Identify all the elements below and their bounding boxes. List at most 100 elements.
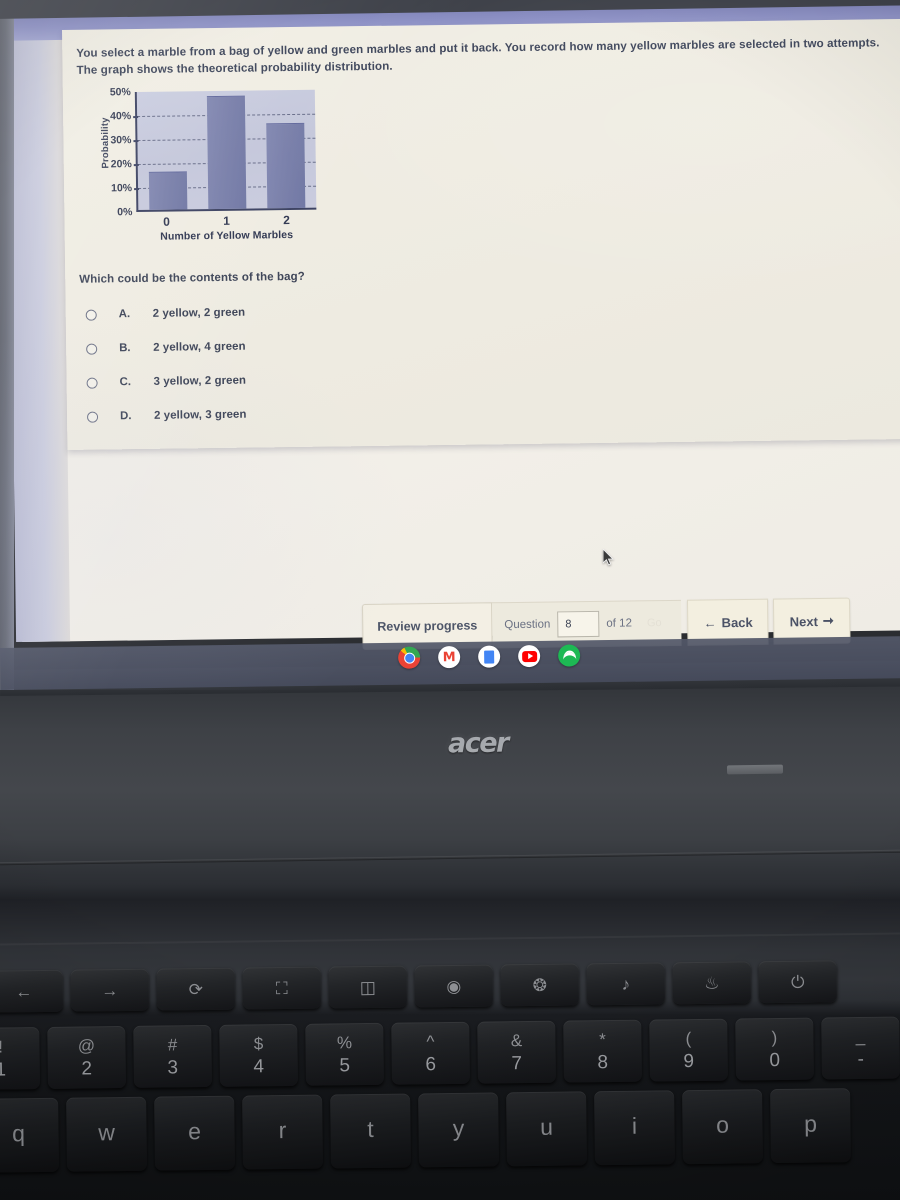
volume-up-key[interactable]: ♨ [672, 961, 752, 1005]
brightness-up-icon: ❂ [532, 975, 548, 995]
key-shift-label: # [167, 1034, 178, 1054]
key-shift-label: ! [0, 1036, 3, 1057]
key-shift-label: _ [855, 1026, 866, 1046]
chrome-icon[interactable] [398, 646, 421, 669]
radio-button-b[interactable] [86, 343, 98, 355]
browser-forward-key[interactable]: → [70, 968, 150, 1012]
key-p[interactable]: p [770, 1088, 851, 1164]
key-y[interactable]: y [418, 1092, 499, 1168]
y-tick-50: 50% [109, 86, 131, 99]
back-label: Back [721, 614, 753, 630]
option-letter: A. [118, 308, 131, 321]
brightness-down-key[interactable]: ◉ [414, 964, 494, 1008]
key-e[interactable]: e [154, 1095, 236, 1171]
radio-button-d[interactable] [86, 411, 99, 423]
browser-back-key[interactable]: ← [0, 969, 64, 1013]
option-label: 2 yellow, 4 green [153, 340, 246, 354]
key-base-label: 5 [339, 1054, 351, 1076]
gmail-icon[interactable] [438, 645, 461, 669]
key-3[interactable]: # 3 [133, 1024, 213, 1088]
mouse-cursor [602, 547, 615, 572]
chart-x-axis-title: Number of Yellow Marbles [160, 228, 294, 243]
mute-key[interactable]: ♪ [586, 962, 666, 1006]
question-number-input[interactable]: 8 [557, 610, 600, 638]
laptop-screen: You select a marble from a bag of yellow… [0, 0, 900, 690]
key-2[interactable]: @ 2 [47, 1025, 127, 1089]
option-letter: C. [119, 376, 132, 389]
x-tick-1: 1 [223, 213, 230, 228]
spotify-icon[interactable] [558, 644, 581, 667]
x-tick-0: 0 [163, 214, 170, 229]
key-minus[interactable]: _ - [821, 1016, 900, 1080]
key-q[interactable]: q [0, 1097, 60, 1173]
key-base-label: 9 [683, 1050, 695, 1072]
key-shift-label: $ [253, 1033, 264, 1053]
arrow-right-icon: ➞ [822, 612, 834, 628]
key-base-label: 1 [0, 1058, 7, 1081]
key-4[interactable]: $ 4 [219, 1023, 298, 1087]
chart-x-tick-labels: 0 1 2 [136, 213, 316, 229]
key-6[interactable]: ^ 6 [391, 1021, 470, 1085]
power-icon: ⏻ [790, 972, 805, 992]
answer-options: A. 2 yellow, 2 green B. 2 yellow, 4 gree… [80, 292, 562, 434]
key-base-label: - [857, 1048, 864, 1070]
power-key[interactable]: ⏻ [758, 960, 838, 1004]
key-9[interactable]: ( 9 [649, 1018, 728, 1082]
key-5[interactable]: % 5 [305, 1022, 384, 1086]
key-0[interactable]: ) 0 [735, 1017, 814, 1081]
question-stem: You select a marble from a bag of yellow… [76, 36, 880, 77]
fullscreen-icon: ⛶ [275, 978, 288, 998]
radio-button-a[interactable] [85, 309, 97, 321]
key-u[interactable]: u [506, 1091, 587, 1167]
reload-key[interactable]: ⟳ [156, 967, 236, 1011]
chart-y-tick-labels: 50% 40% 30% 20% 10% 0% [95, 86, 135, 218]
chart-bars [137, 90, 317, 210]
key-r[interactable]: r [242, 1094, 324, 1170]
option-letter: D. [119, 410, 132, 423]
reload-icon: ⟳ [188, 979, 204, 999]
question-prompt: Which could be the contents of the bag? [79, 270, 305, 286]
keyboard-letter-row: q w e r t y u i o p [0, 1088, 859, 1173]
key-7[interactable]: & 7 [477, 1020, 556, 1084]
bar-0-yellow [148, 171, 188, 210]
key-o[interactable]: o [682, 1089, 763, 1165]
go-button[interactable]: Go [639, 617, 670, 629]
brightness-down-icon: ◉ [446, 976, 462, 996]
key-shift-label: ) [771, 1027, 778, 1047]
key-base-label: 6 [425, 1053, 437, 1075]
option-label: 2 yellow, 3 green [153, 408, 247, 422]
option-letter: B. [119, 342, 131, 355]
probability-distribution-chart: Probability 50% 40% 30% 20% 10% 0% 0 1 2… [77, 86, 329, 250]
key-i[interactable]: i [594, 1090, 675, 1166]
key-t[interactable]: t [330, 1093, 412, 1169]
window-overview-icon: ◫ [359, 977, 376, 997]
shelf-icon-group [398, 644, 581, 669]
volume-icon: ♨ [704, 973, 720, 993]
question-label: Question [504, 618, 551, 632]
x-tick-2: 2 [283, 213, 290, 228]
fullscreen-key[interactable]: ⛶ [242, 966, 322, 1010]
radio-button-c[interactable] [86, 377, 98, 389]
key-shift-label: ^ [426, 1031, 435, 1051]
key-1[interactable]: ! 1 [0, 1027, 41, 1090]
option-d[interactable]: D. 2 yellow, 3 green [81, 394, 561, 434]
arrow-right-icon: → [101, 980, 119, 1000]
key-shift-label: * [599, 1029, 606, 1049]
youtube-icon[interactable] [518, 644, 541, 668]
overview-windows-key[interactable]: ◫ [328, 965, 408, 1009]
option-label: 2 yellow, 2 green [152, 306, 246, 320]
brightness-up-key[interactable]: ❂ [500, 963, 580, 1007]
key-shift-label: ( [685, 1028, 692, 1048]
key-8[interactable]: * 8 [563, 1019, 642, 1083]
key-shift-label: % [336, 1032, 353, 1052]
key-shift-label: @ [77, 1035, 96, 1056]
key-w[interactable]: w [66, 1096, 148, 1172]
mute-icon: ♪ [621, 974, 631, 994]
google-docs-icon[interactable] [478, 645, 501, 668]
page-left-gutter [8, 21, 71, 642]
y-tick-40: 40% [110, 110, 132, 123]
question-card: You select a marble from a bag of yellow… [62, 19, 900, 450]
key-shift-label: & [510, 1030, 523, 1050]
key-base-label: 7 [511, 1052, 523, 1074]
y-tick-10: 10% [110, 182, 133, 195]
